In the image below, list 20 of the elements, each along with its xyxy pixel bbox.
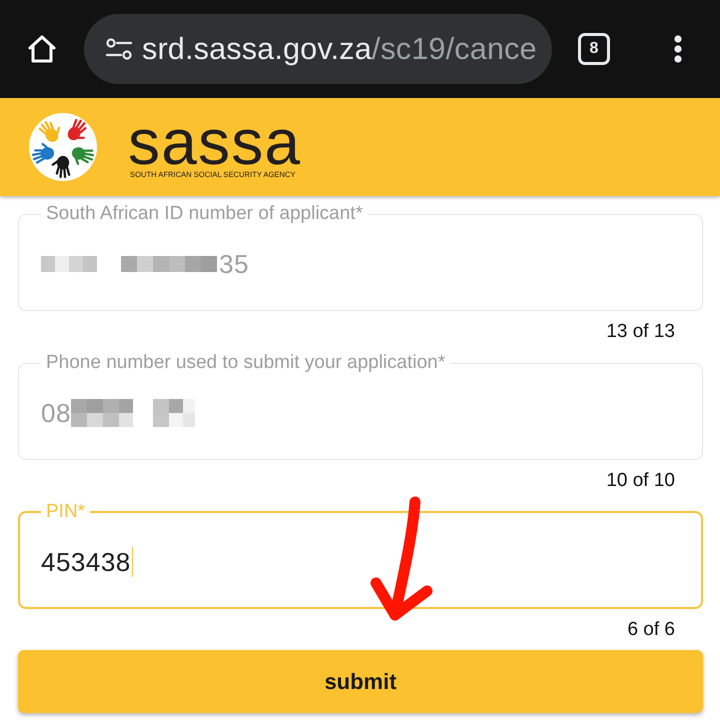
- field-label: South African ID number of applicant*: [45, 203, 364, 225]
- address-bar[interactable]: srd.sassa.gov.za/sc19/cance: [84, 14, 552, 84]
- field-label: Phone number used to submit your application*: [45, 352, 446, 374]
- field-label: PIN*: [45, 501, 86, 523]
- submit-button[interactable]: submit: [18, 650, 703, 713]
- character-counter: 6 of 6: [627, 618, 675, 640]
- input-field[interactable]: PIN* 453438: [18, 501, 703, 609]
- field-value: 453438: [41, 546, 131, 578]
- field-value: 35: [219, 248, 249, 280]
- wordmark-text: sassa: [128, 116, 302, 170]
- url-host-text: srd.sassa.gov.za: [142, 32, 372, 66]
- tab-count-button[interactable]: 8: [578, 33, 610, 65]
- more-menu-icon[interactable]: [674, 35, 682, 63]
- hands-emblem-icon: [29, 113, 97, 181]
- tune-icon[interactable]: [106, 38, 132, 60]
- character-counter: 10 of 10: [606, 470, 675, 492]
- url-path-text: /sc19/cance: [372, 32, 537, 66]
- field-value: 08: [41, 398, 71, 428]
- text-cursor: [132, 547, 134, 577]
- character-counter: 13 of 13: [606, 320, 675, 342]
